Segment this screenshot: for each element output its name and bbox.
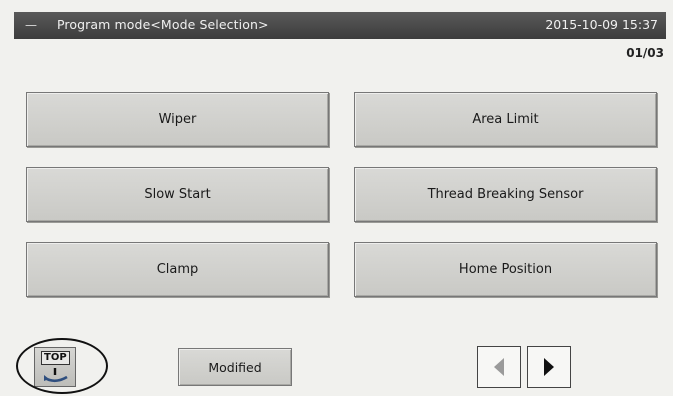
slow-start-button[interactable]: Slow Start (26, 167, 329, 222)
area-limit-button[interactable]: Area Limit (354, 92, 657, 147)
triangle-left-icon (494, 358, 504, 376)
home-position-button[interactable]: Home Position (354, 242, 657, 297)
modified-button[interactable]: Modified (178, 348, 292, 386)
title-bar: — Program mode<Mode Selection> 2015-10-0… (14, 12, 666, 39)
wiper-button[interactable]: Wiper (26, 92, 329, 147)
screen-title: Program mode<Mode Selection> (57, 17, 269, 32)
triangle-right-icon (544, 358, 554, 376)
top-button[interactable]: TOP (34, 347, 76, 387)
menu-icon[interactable]: — (25, 18, 37, 32)
next-page-button[interactable] (527, 346, 571, 388)
clamp-button[interactable]: Clamp (26, 242, 329, 297)
previous-page-button[interactable] (477, 346, 521, 388)
thread-breaking-sensor-button[interactable]: Thread Breaking Sensor (354, 167, 657, 222)
program-mode-screen: — Program mode<Mode Selection> 2015-10-0… (0, 0, 673, 396)
date-time: 2015-10-09 15:37 (545, 17, 658, 32)
home-return-icon (44, 368, 68, 383)
top-button-label: TOP (41, 351, 70, 365)
page-indicator: 01/03 (626, 46, 664, 60)
